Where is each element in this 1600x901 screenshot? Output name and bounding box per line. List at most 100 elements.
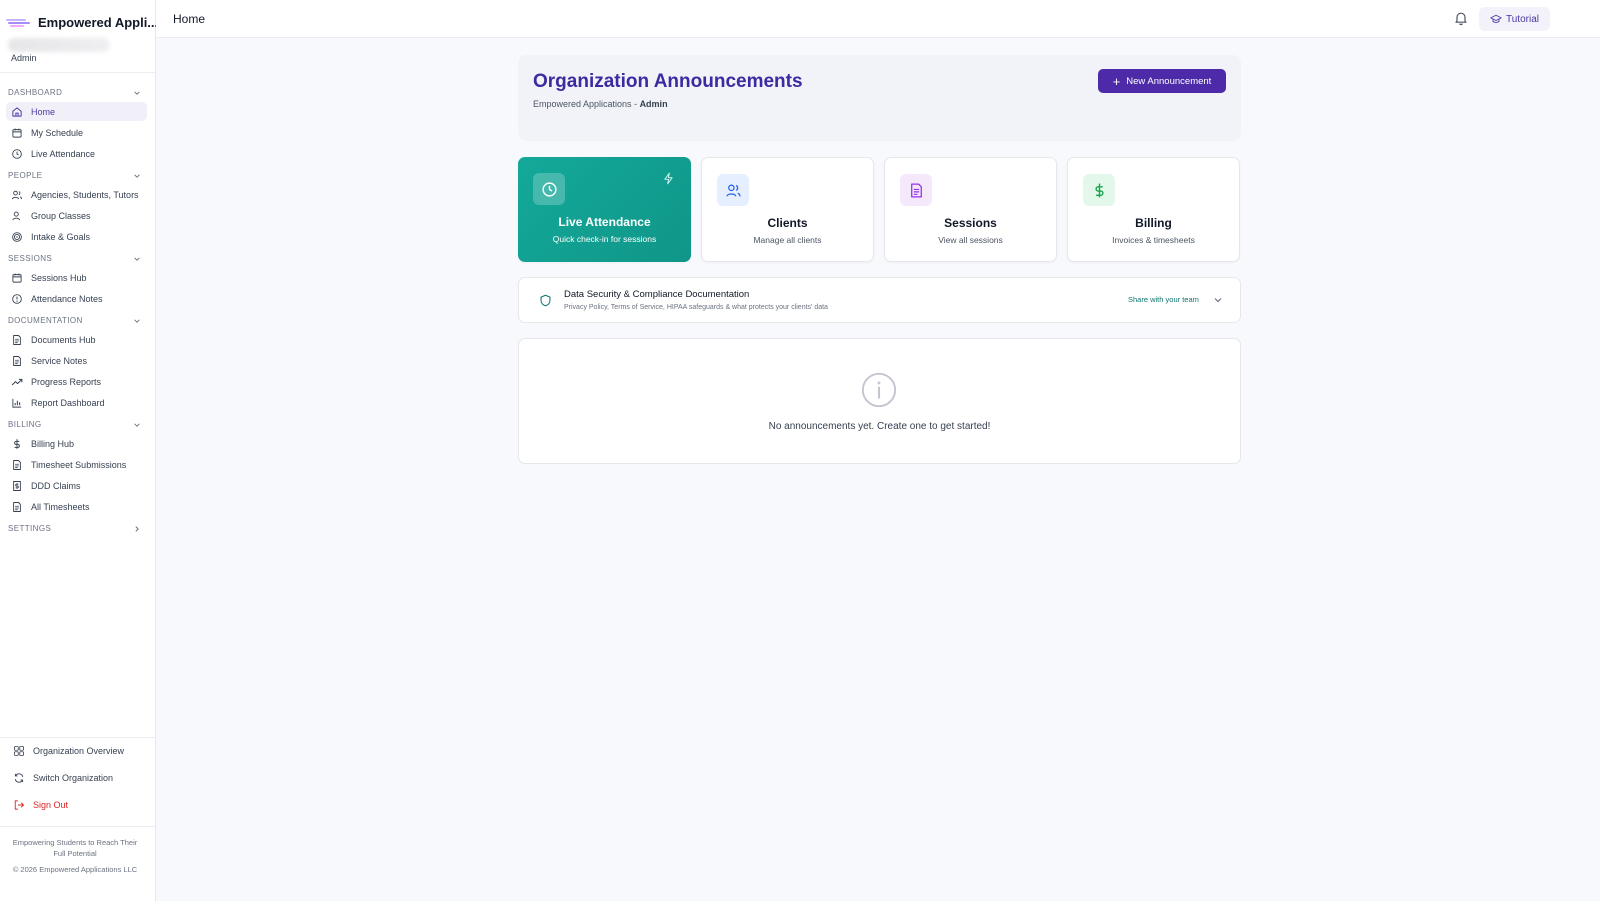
bell-icon[interactable] [1453,10,1469,26]
organization-overview-button[interactable]: Organization Overview [0,737,155,764]
users-icon [725,184,741,197]
share-with-team-link[interactable]: Share with your team [1128,295,1199,304]
calendar-icon [12,273,22,283]
tile-subtitle: View all sessions [938,235,1003,245]
top-bar: Home Tutorial [156,0,1600,38]
section-settings[interactable]: SETTINGS [0,520,155,537]
section-dashboard[interactable]: DASHBOARD [0,84,155,101]
switch-organization-button[interactable]: Switch Organization [0,764,155,791]
file-text-icon [13,501,21,512]
sidebar-item-live-attendance[interactable]: Live Attendance [6,144,147,163]
shield-icon [540,294,551,307]
sidebar-item-label: Agencies, Students, Tutors [31,189,139,200]
file-text-icon [13,459,21,470]
tile-title: Clients [767,216,808,230]
section-label: SETTINGS [8,524,52,533]
sidebar-nav: DASHBOARD Home My Schedule Live Attendan… [0,80,155,537]
subtitle-separator: - [631,99,640,109]
sidebar-item-progress-reports[interactable]: Progress Reports [6,372,147,391]
sidebar-item-label: Sessions Hub [31,272,87,283]
tile-clients[interactable]: Clients Manage all clients [701,157,874,262]
new-announcement-button[interactable]: + New Announcement [1098,69,1226,93]
chevron-down-icon [134,318,140,323]
security-docs-card[interactable]: Data Security & Compliance Documentation… [518,277,1241,323]
org-name: Empowered Applications [533,99,632,109]
sidebar-item-service-notes[interactable]: Service Notes [6,351,147,370]
sign-out-button[interactable]: Sign Out [0,791,155,818]
tile-icon [717,174,749,206]
section-label: DOCUMENTATION [8,316,83,325]
divider [0,826,155,827]
section-documentation[interactable]: DOCUMENTATION [0,312,155,329]
home-icon [12,106,22,117]
file-text-icon [910,182,922,198]
announcements-subtitle: Empowered Applications - Admin [533,99,668,109]
organization-overview-label: Organization Overview [33,745,125,756]
tile-title: Live Attendance [558,215,651,229]
sidebar-item-report-dashboard[interactable]: Report Dashboard [6,393,147,412]
tile-sessions[interactable]: Sessions View all sessions [884,157,1057,262]
security-title: Data Security & Compliance Documentation [564,289,750,300]
new-announcement-label: New Announcement [1126,75,1212,87]
log-out-icon [14,799,25,810]
tile-title: Sessions [944,216,997,230]
sidebar-item-billing-hub[interactable]: Billing Hub [6,434,147,453]
section-label: SESSIONS [8,254,53,263]
sidebar-item-label: All Timesheets [31,501,90,512]
sidebar-item-home[interactable]: Home [6,102,147,121]
tile-live-attendance[interactable]: Live Attendance Quick check-in for sessi… [518,157,691,262]
calendar-icon [12,128,22,138]
tile-icon [533,173,565,205]
sidebar-item-agencies[interactable]: Agencies, Students, Tutors [6,185,147,204]
tile-icon [900,174,932,206]
bar-chart-icon [12,398,22,408]
sidebar-item-label: Report Dashboard [31,397,105,408]
switch-organization-label: Switch Organization [33,772,114,783]
sidebar-item-label: My Schedule [31,127,84,138]
grid-icon [14,745,24,756]
sidebar-item-label: Home [31,106,56,117]
section-billing[interactable]: BILLING [0,416,155,433]
sidebar-item-attendance-notes[interactable]: Attendance Notes [6,289,147,308]
file-text-icon [13,334,21,345]
brand[interactable]: Empowered Appli... [6,12,158,32]
alert-circle-icon [12,293,22,304]
section-sessions[interactable]: SESSIONS [0,250,155,267]
user-icon [12,211,21,220]
sidebar-item-label: DDD Claims [31,480,81,491]
sidebar-item-label: Progress Reports [31,376,102,387]
users-icon [11,190,23,199]
org-role: Admin [639,99,668,109]
sidebar-bottom: Organization Overview Switch Organizatio… [0,737,155,818]
announcements-empty-state: No announcements yet. Create one to get … [518,338,1241,464]
empty-message: No announcements yet. Create one to get … [768,421,991,432]
chevron-down-icon[interactable] [1213,295,1223,305]
sidebar-item-sessions-hub[interactable]: Sessions Hub [6,268,147,287]
tutorial-button[interactable]: Tutorial [1479,7,1550,31]
sidebar-item-ddd-claims[interactable]: DDD Claims [6,476,147,495]
tile-title: Billing [1135,216,1172,230]
tile-billing[interactable]: Billing Invoices & timesheets [1067,157,1240,262]
sidebar-item-timesheet-submissions[interactable]: Timesheet Submissions [6,455,147,474]
zap-icon [664,172,673,185]
footer-tagline: Empowering Students to Reach Their Full … [12,838,138,858]
tile-subtitle: Manage all clients [753,235,822,245]
sidebar-item-documents-hub[interactable]: Documents Hub [6,330,147,349]
sidebar-item-my-schedule[interactable]: My Schedule [6,123,147,142]
brand-logo [6,17,30,27]
sidebar-item-intake-goals[interactable]: Intake & Goals [6,227,147,246]
sidebar-item-group-classes[interactable]: Group Classes [6,206,147,225]
dollar-icon [1094,183,1104,197]
brand-name: Empowered Appli... [38,14,159,30]
sidebar-item-all-timesheets[interactable]: All Timesheets [6,497,147,516]
security-subtitle: Privacy Policy, Terms of Service, HIPAA … [564,304,828,311]
chevron-down-icon [134,90,140,95]
sidebar-item-label: Attendance Notes [31,293,103,304]
chevron-down-icon [134,173,140,178]
graduation-cap-icon [1490,14,1502,23]
sidebar-item-label: Billing Hub [31,438,75,449]
section-people[interactable]: PEOPLE [0,167,155,184]
section-label: DASHBOARD [8,88,63,97]
sidebar-item-label: Live Attendance [31,148,96,159]
refresh-icon [14,772,24,783]
